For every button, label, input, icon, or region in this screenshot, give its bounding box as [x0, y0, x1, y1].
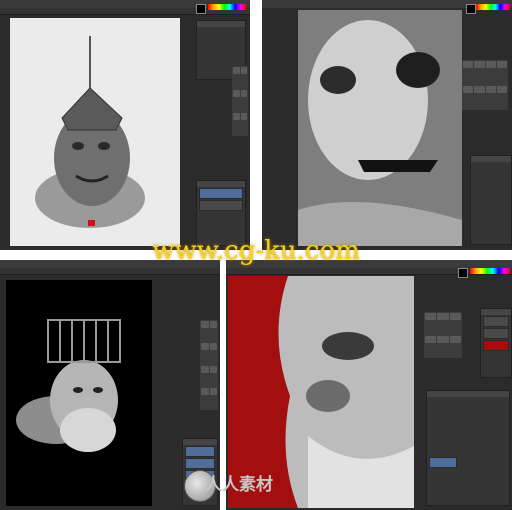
layers-panel-title [197, 181, 245, 187]
tool-icon[interactable] [240, 113, 247, 120]
tool-icon[interactable] [485, 61, 496, 68]
layers-panel-title [471, 156, 511, 162]
tools-panel[interactable] [424, 312, 462, 358]
tools-panel[interactable] [232, 66, 248, 136]
layers-panel [480, 308, 512, 378]
color-spectrum[interactable] [470, 268, 510, 274]
tool-icon[interactable] [240, 67, 247, 74]
foreground-color-swatch[interactable] [196, 4, 206, 14]
layers-panel-title [183, 439, 217, 445]
tool-icon[interactable] [485, 85, 496, 93]
document-canvas[interactable] [298, 10, 462, 246]
watermark-logo-text: 人人素材 [205, 475, 273, 495]
color-spectrum[interactable] [208, 4, 246, 10]
layer-row[interactable] [483, 316, 509, 327]
tool-icon[interactable] [425, 313, 437, 320]
foreground-color-swatch[interactable] [466, 4, 476, 14]
layer-row[interactable] [199, 188, 243, 199]
tool-icon[interactable] [209, 365, 217, 373]
tool-icon[interactable] [463, 85, 474, 93]
skull-face-artwork [298, 10, 462, 246]
tool-icon[interactable] [240, 90, 247, 97]
tool-icon[interactable] [463, 61, 474, 68]
layer-row[interactable] [185, 458, 215, 469]
tools-panel[interactable] [200, 320, 218, 410]
document-canvas[interactable] [6, 280, 152, 506]
screenshot-top-right [262, 0, 512, 250]
layers-panel [470, 155, 512, 245]
tool-icon[interactable] [209, 321, 217, 328]
site-url-watermark: www.cg-ku.com [152, 236, 360, 266]
foreground-color-swatch[interactable] [458, 268, 468, 278]
tools-panel[interactable] [462, 60, 508, 110]
tool-icon[interactable] [425, 335, 437, 343]
tool-icon[interactable] [496, 61, 507, 68]
document-canvas[interactable] [10, 18, 180, 246]
tool-icon[interactable] [233, 90, 240, 97]
tool-icon[interactable] [233, 113, 240, 120]
layer-row[interactable] [429, 457, 457, 468]
options-bar[interactable] [0, 268, 220, 275]
layer-row[interactable] [483, 340, 509, 351]
tool-icon[interactable] [437, 335, 449, 343]
tool-icon[interactable] [474, 61, 485, 68]
tool-icon[interactable] [201, 321, 209, 328]
panel-title [197, 21, 245, 27]
demon-bust-artwork [35, 36, 145, 228]
screenshot-top-left [0, 0, 250, 250]
panel-title [427, 391, 509, 397]
tool-icon[interactable] [449, 335, 461, 343]
layer-row[interactable] [185, 446, 215, 457]
caged-head-artwork [16, 319, 121, 452]
tool-icon[interactable] [209, 387, 217, 395]
tool-icon[interactable] [449, 313, 461, 320]
tool-icon[interactable] [209, 343, 217, 351]
tool-icon[interactable] [437, 313, 449, 320]
properties-panel [426, 390, 510, 506]
layer-row[interactable] [199, 200, 243, 211]
screenshot-bottom-left [0, 260, 220, 510]
color-spectrum[interactable] [476, 4, 510, 10]
tool-icon[interactable] [201, 343, 209, 351]
layer-row[interactable] [483, 328, 509, 339]
tool-icon[interactable] [201, 365, 209, 373]
tool-icon[interactable] [233, 67, 240, 74]
tool-icon[interactable] [474, 85, 485, 93]
layers-panel-title [481, 309, 511, 315]
tool-icon[interactable] [201, 387, 209, 395]
tool-icon[interactable] [496, 85, 507, 93]
